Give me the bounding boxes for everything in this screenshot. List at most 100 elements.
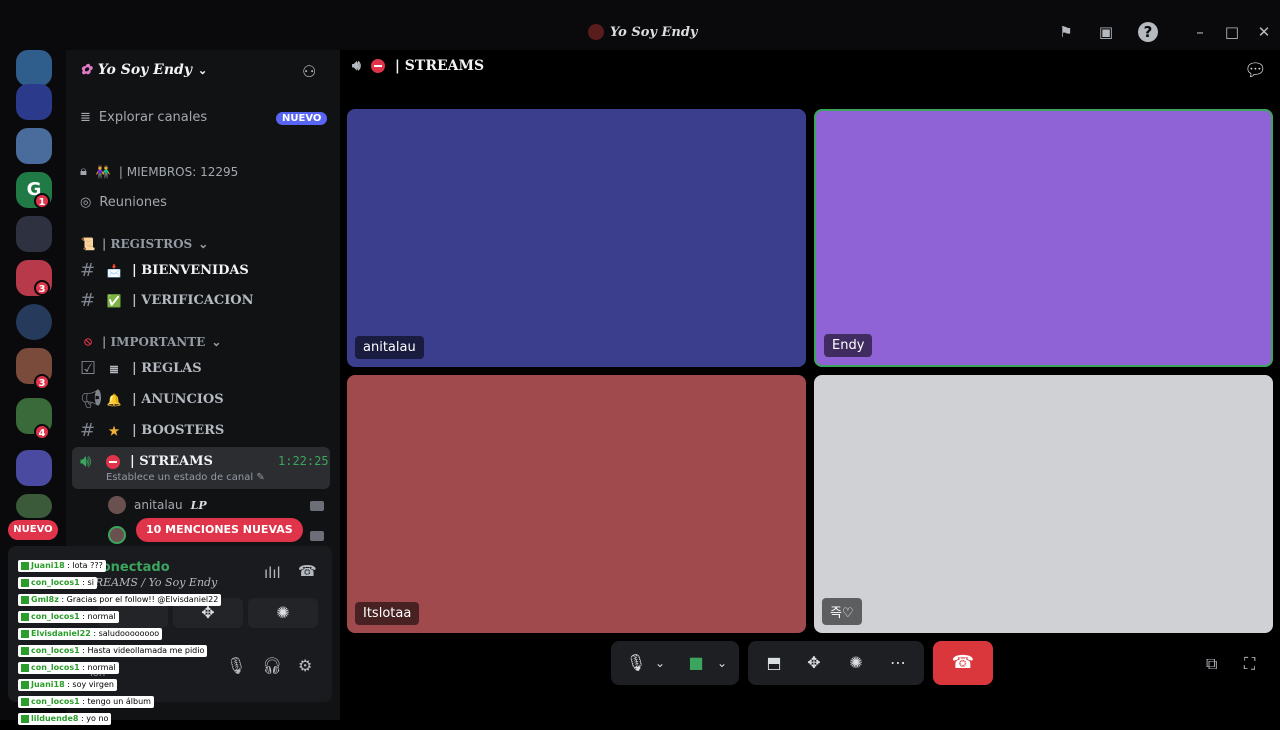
badge-icon xyxy=(21,697,29,706)
close-button[interactable]: ✕ xyxy=(1254,22,1274,42)
server-icon[interactable] xyxy=(16,84,52,120)
server-icon[interactable] xyxy=(16,450,52,486)
list-icon: ≣ xyxy=(80,110,91,125)
notification-badge: 3 xyxy=(34,280,50,296)
channel-status-prompt[interactable]: Establece un estado de canal ✎ xyxy=(106,472,265,483)
video-tile[interactable]: 즉♡ xyxy=(814,375,1273,633)
text-channel-icon: # xyxy=(80,290,96,311)
disconnect-button[interactable]: ☎ xyxy=(933,641,993,685)
bell-icon: 🔔 xyxy=(106,392,122,407)
checklist-channel-icon: ☑ xyxy=(80,358,97,379)
participant-name: Itslotaa xyxy=(355,602,420,625)
settings-gear-icon[interactable]: ⚙ xyxy=(298,656,312,675)
channel-anuncios[interactable]: 📢︎ 🔔 | ANUNCIOS xyxy=(80,389,224,410)
text-channel-icon: # xyxy=(80,260,96,281)
category-importante[interactable]: ⦸ | IMPORTANTE ⌄ xyxy=(80,334,221,349)
call-actions: ⬒ ✥ ✺ ⋯ xyxy=(748,641,924,685)
chat-author: con_locos1 xyxy=(31,612,80,621)
mail-icon: 📩 xyxy=(106,263,122,278)
chevron-down-icon[interactable]: ⌄ xyxy=(651,641,669,685)
popout-icon[interactable]: ⧉ xyxy=(1206,654,1217,674)
badge-icon xyxy=(21,714,29,723)
new-pill[interactable]: NUEVO xyxy=(8,520,58,540)
voice-user[interactable]: anitalau LP xyxy=(108,496,207,514)
minimize-button[interactable]: – xyxy=(1190,22,1210,42)
chat-author: con_locos1 xyxy=(31,663,80,672)
channel-header: 🔊︎ | STREAMS xyxy=(352,58,485,74)
chat-bubble-icon[interactable]: 💬︎ xyxy=(1244,60,1267,81)
channel-boosters[interactable]: # ★ | BOOSTERS xyxy=(80,420,224,441)
flag-icon[interactable]: ⚑ xyxy=(1056,22,1076,42)
server-icon[interactable] xyxy=(16,216,52,252)
server-emblem-icon: ✿ xyxy=(80,62,92,78)
list-icon: ≣ xyxy=(108,361,120,376)
members-row[interactable]: 🔒︎ 👫 | MIEMBROS: 12295 xyxy=(80,164,238,179)
video-tile[interactable]: anitalau xyxy=(347,109,806,367)
av-controls: 🎙︎ ⌄ ■ ⌄ xyxy=(611,641,739,685)
maximize-button[interactable]: □ xyxy=(1222,22,1242,42)
chat-message: Juani18 : lota ??? xyxy=(18,560,188,577)
explore-channels[interactable]: ≣ Explorar canales xyxy=(80,110,207,125)
camera-icon xyxy=(310,501,324,511)
badge-icon xyxy=(21,629,29,638)
channel-streams[interactable]: 🔊︎ | STREAMS xyxy=(80,451,213,472)
chevron-down-icon: ⌄ xyxy=(211,334,222,349)
participant-name: Endy xyxy=(824,334,873,357)
activities-icon[interactable]: ✥ xyxy=(796,641,832,685)
chat-text: : normal xyxy=(82,663,116,672)
no-entry-icon xyxy=(106,454,120,469)
star-icon: ★ xyxy=(108,423,120,438)
chevron-down-icon[interactable]: ⌄ xyxy=(713,641,731,685)
category-registros[interactable]: 📜 | REGISTROS ⌄ xyxy=(80,237,209,251)
server-icon[interactable] xyxy=(16,50,52,86)
avatar xyxy=(108,496,126,514)
chat-text: : normal xyxy=(82,612,116,621)
chat-message: con_locos1 : tengo un álbum xyxy=(18,696,188,713)
chat-message: Juani18 : soy virgen xyxy=(18,679,188,696)
voice-user[interactable] xyxy=(108,526,126,544)
screen-share-icon[interactable]: ⬒ xyxy=(756,641,792,685)
disconnect-icon[interactable]: ☎ xyxy=(298,562,317,580)
chevron-down-icon: ⌄ xyxy=(197,63,208,77)
video-tile-speaking[interactable]: Endy xyxy=(814,109,1273,367)
soundboard-button[interactable]: ✺ xyxy=(248,598,318,628)
title-bar: Yo Soy Endy ⚑ ▣ ? – □ ✕ xyxy=(0,0,1280,50)
badge-icon xyxy=(21,646,29,655)
badge-icon xyxy=(21,578,29,587)
badge-icon xyxy=(21,561,29,570)
server-header[interactable]: ✿ Yo Soy Endy ⌄ xyxy=(80,62,207,78)
call-timer: 1:22:25 xyxy=(278,454,329,468)
chat-message: con_locos1 : normal xyxy=(18,662,188,679)
channel-verificacion[interactable]: # ✅ | VERIFICACION xyxy=(80,290,254,311)
mentions-pill[interactable]: 10 MENCIONES NUEVAS xyxy=(136,518,303,542)
more-options-icon[interactable]: ⋯ xyxy=(880,641,916,685)
chat-author: con_locos1 xyxy=(31,578,80,587)
voice-activity-icon[interactable]: ılıl xyxy=(264,564,281,582)
inbox-icon[interactable]: ▣ xyxy=(1096,22,1116,42)
camera-icon xyxy=(310,531,324,541)
add-member-icon[interactable]: ⚇ xyxy=(302,62,316,81)
server-icon[interactable] xyxy=(16,128,52,164)
camera-button[interactable]: ■ xyxy=(681,641,711,685)
server-icon xyxy=(588,24,604,40)
chat-text: : Hasta videollamada me pidio xyxy=(82,646,205,655)
microphone-icon[interactable]: 🎙︎ xyxy=(226,656,246,675)
notification-badge: 4 xyxy=(34,424,50,440)
badge-icon xyxy=(21,612,29,621)
fullscreen-icon[interactable]: ⛶ xyxy=(1244,654,1255,674)
channel-bienvenidas[interactable]: # 📩 | BIENVENIDAS xyxy=(80,260,249,281)
meetings-row[interactable]: ◎ Reuniones xyxy=(80,195,167,210)
soundboard-icon[interactable]: ✺ xyxy=(838,641,874,685)
microphone-button[interactable]: 🎙︎ xyxy=(621,641,651,685)
help-icon[interactable]: ? xyxy=(1138,22,1158,42)
no-entry-icon xyxy=(370,59,385,73)
new-badge: NUEVO xyxy=(276,112,328,125)
video-tile[interactable]: Itslotaa xyxy=(347,375,806,633)
server-icon[interactable] xyxy=(16,494,52,518)
headphones-icon[interactable]: 🎧︎ xyxy=(262,656,282,675)
server-icon[interactable] xyxy=(16,304,52,340)
chat-message: lilduende8 : yo no xyxy=(18,713,188,730)
channel-reglas[interactable]: ☑ ≣ | REGLAS xyxy=(80,358,202,379)
chat-text: : saludoooooooo xyxy=(93,629,160,638)
chat-author: Elvisdaniel22 xyxy=(31,629,91,638)
